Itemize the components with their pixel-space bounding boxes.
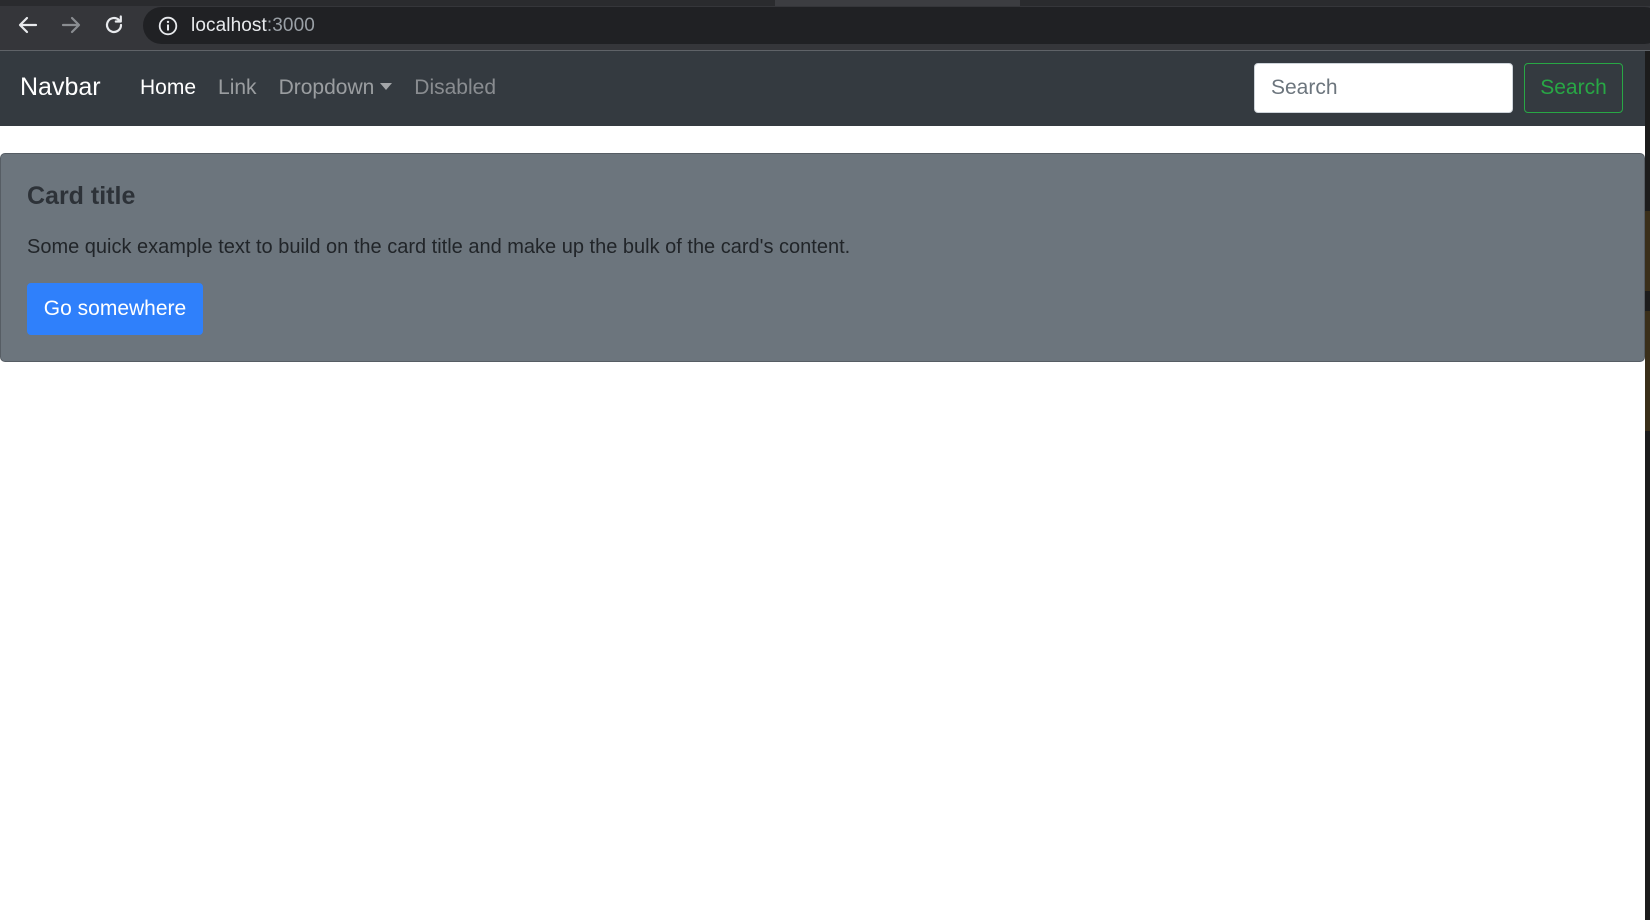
navbar: Navbar Home Link Dropdown Disabled Searc… [0,51,1645,126]
card-text: Some quick example text to build on the … [27,236,851,258]
nav-link-disabled: Disabled [414,76,497,99]
search-input[interactable] [1254,63,1513,113]
caret-down-icon [380,83,393,90]
active-tab-edge[interactable] [775,0,1020,6]
window-edge [1645,51,1650,920]
nav-dropdown-toggle[interactable]: Dropdown [279,75,393,101]
reload-button[interactable] [97,8,131,42]
url-port: :3000 [266,14,315,36]
nav-links: Home Link Dropdown Disabled [140,75,518,101]
reload-icon [105,15,123,34]
back-button[interactable] [11,8,45,42]
card: Card title Some quick example text to bu… [0,153,1645,362]
nav-link-link[interactable]: Link [218,75,257,101]
arrow-right-icon [61,16,81,34]
tab-strip [0,0,1650,6]
forward-button[interactable] [54,8,88,42]
url-host: localhost [191,14,267,36]
go-somewhere-button[interactable]: Go somewhere [27,283,203,335]
arrow-left-icon [18,16,38,34]
card-title: Card title [27,182,136,210]
search-button[interactable]: Search [1524,63,1623,113]
nav-link-home[interactable]: Home [140,75,196,101]
address-bar[interactable]: localhost:3000 [143,7,1650,44]
navbar-brand[interactable]: Navbar [20,72,101,102]
nav-dropdown-label: Dropdown [278,76,375,99]
address-bar-url: localhost:3000 [191,15,315,37]
info-icon[interactable] [157,15,179,37]
browser-toolbar: localhost:3000 [0,0,1650,50]
